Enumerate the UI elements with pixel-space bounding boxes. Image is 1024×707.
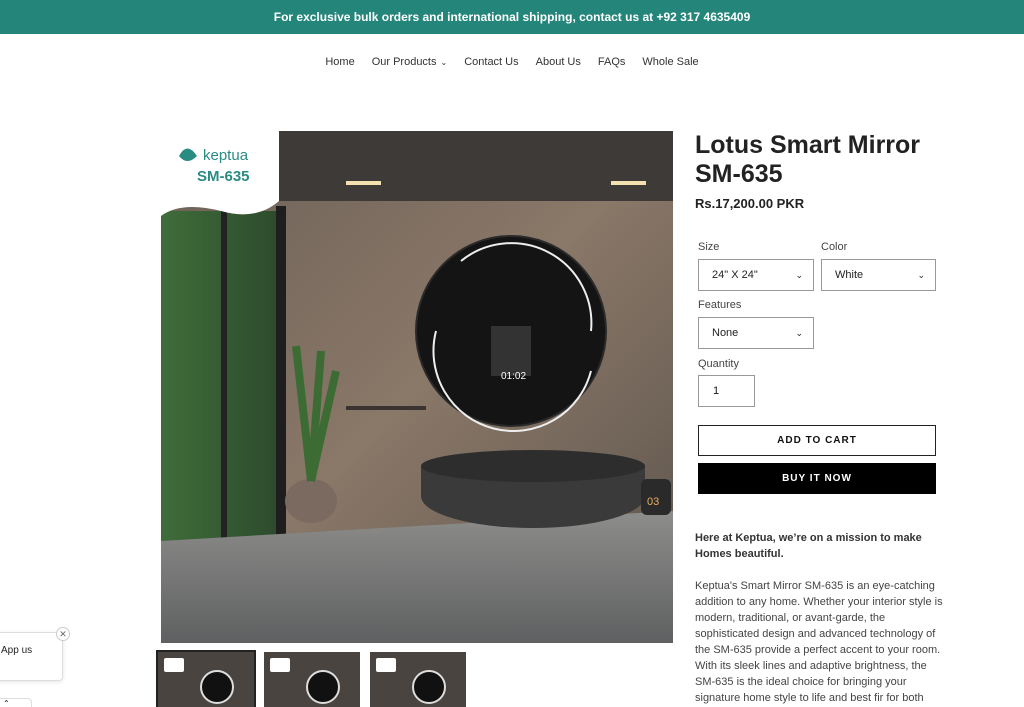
nav-home[interactable]: Home [325,54,354,70]
description-lead: Here at Keptua, we’re on a mission to ma… [695,532,922,560]
thumbnail-3[interactable] [370,652,466,707]
product-description: Keptua's Smart Mirror SM-635 is an eye-c… [695,580,943,704]
mirror-clock: 01:02 [501,371,526,382]
features-value: None [712,327,739,339]
close-icon[interactable]: ✕ [56,627,70,641]
model-badge: SM-635 [197,168,250,185]
features-select[interactable]: None ⌄ [698,317,814,349]
announcement-text: For exclusive bulk orders and internatio… [273,10,751,24]
nav-contact-us[interactable]: Contact Us [464,54,518,70]
nav-our-products[interactable]: Our Products ⌄ [372,54,448,70]
chevron-down-icon: ⌄ [795,327,803,338]
nav-about-us[interactable]: About Us [536,54,581,70]
size-label: Size [698,241,720,253]
features-label: Features [698,299,742,311]
product-price: Rs.17,200.00 PKR [695,196,805,211]
product-title: Lotus Smart Mirror SM-635 [695,131,945,189]
chat-widget-tab[interactable]: ⌃ [0,698,32,707]
buy-it-now-button[interactable]: BUY IT NOW [698,463,936,494]
thumbnail-2[interactable] [264,652,360,707]
thumbnail-strip [156,650,466,707]
nav-faqs[interactable]: FAQs [598,54,626,70]
planter-display: 03 [647,496,659,508]
product-title-line2: SM-635 [695,160,783,188]
color-value: White [835,269,864,281]
popup-text: App us [1,645,33,656]
product-title-line1: Lotus Smart Mirror [695,131,921,159]
chevron-down-icon: ⌄ [795,269,803,280]
color-select[interactable]: White ⌄ [821,259,936,291]
nav-whole-sale[interactable]: Whole Sale [642,54,698,70]
thumbnail-1[interactable] [156,650,256,707]
announcement-bar: For exclusive bulk orders and internatio… [0,0,1024,34]
color-label: Color [821,241,848,253]
chevron-down-icon: ⌄ [440,58,448,67]
chevron-down-icon: ⌄ [917,269,925,280]
bathroom-scene: 01:02 03 keptua SM-635 [161,131,673,643]
size-value: 24" X 24" [712,269,758,281]
quantity-input[interactable]: 1 [698,375,755,407]
main-nav: Home Our Products ⌄ Contact Us About Us F… [0,54,1024,70]
add-to-cart-button[interactable]: ADD TO CART [698,425,936,456]
size-select[interactable]: 24" X 24" ⌄ [698,259,814,291]
product-main-image[interactable]: 01:02 03 keptua SM-635 [161,131,673,643]
nav-our-products-label: Our Products [371,56,437,68]
quantity-label: Quantity [698,358,739,370]
app-popup[interactable]: App us [0,632,63,681]
brand-logo: keptua [203,147,249,164]
product-info: Lotus Smart Mirror SM-635 Rs.17,200.00 P… [695,131,945,211]
